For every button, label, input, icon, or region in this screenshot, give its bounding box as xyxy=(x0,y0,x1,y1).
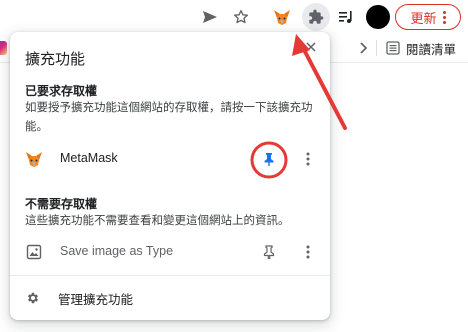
extension-name: Save image as Type xyxy=(60,244,174,258)
divider xyxy=(10,275,330,276)
access-requested-heading: 已要求存取權 xyxy=(25,84,98,98)
media-queue-icon[interactable] xyxy=(336,7,356,27)
extension-row-metamask[interactable]: MetaMask xyxy=(10,142,330,176)
manage-extensions-label: 管理擴充功能 xyxy=(58,293,134,307)
extensions-popup: 擴充功能 已要求存取權 如要授予擴充功能這個網站的存取權，請按一下該擴充功能。 … xyxy=(10,32,330,320)
puzzle-icon[interactable] xyxy=(302,3,330,31)
close-icon[interactable] xyxy=(304,40,318,54)
popup-title: 擴充功能 xyxy=(25,51,86,68)
no-access-heading: 不需要存取權 xyxy=(25,197,98,211)
access-requested-description: 如要授予擴充功能這個網站的存取權，請按一下該擴充功能。 xyxy=(25,102,313,133)
bookmark-instagram-icon[interactable] xyxy=(0,41,7,55)
more-options-icon[interactable] xyxy=(300,150,316,168)
no-access-description: 這些擴充功能不需要查看和變更這個網站上的資訊。 xyxy=(25,215,290,227)
metamask-icon[interactable] xyxy=(271,6,293,28)
pin-icon[interactable] xyxy=(260,150,278,168)
metamask-icon xyxy=(24,150,44,168)
separator xyxy=(376,40,377,56)
send-icon[interactable] xyxy=(200,7,220,27)
star-icon[interactable] xyxy=(231,7,251,27)
extension-row-save-image[interactable]: Save image as Type xyxy=(10,235,330,269)
reading-list-label: 閱讀清單 xyxy=(406,42,457,57)
profile-avatar[interactable] xyxy=(366,5,390,29)
pin-icon[interactable] xyxy=(260,243,278,261)
gear-icon xyxy=(25,290,41,306)
reading-list-icon xyxy=(386,41,400,55)
more-icon xyxy=(442,10,446,24)
browser-toolbar: 更新 xyxy=(0,0,468,34)
image-icon xyxy=(25,244,43,260)
manage-extensions-button[interactable]: 管理擴充功能 xyxy=(10,282,330,314)
extension-name: MetaMask xyxy=(60,151,118,165)
reading-list-button[interactable]: 閱讀清單 xyxy=(386,38,456,58)
update-label: 更新 xyxy=(410,10,437,26)
dropdown-chevron-icon[interactable] xyxy=(356,40,370,56)
update-button[interactable]: 更新 xyxy=(395,4,461,30)
more-options-icon[interactable] xyxy=(300,243,316,261)
